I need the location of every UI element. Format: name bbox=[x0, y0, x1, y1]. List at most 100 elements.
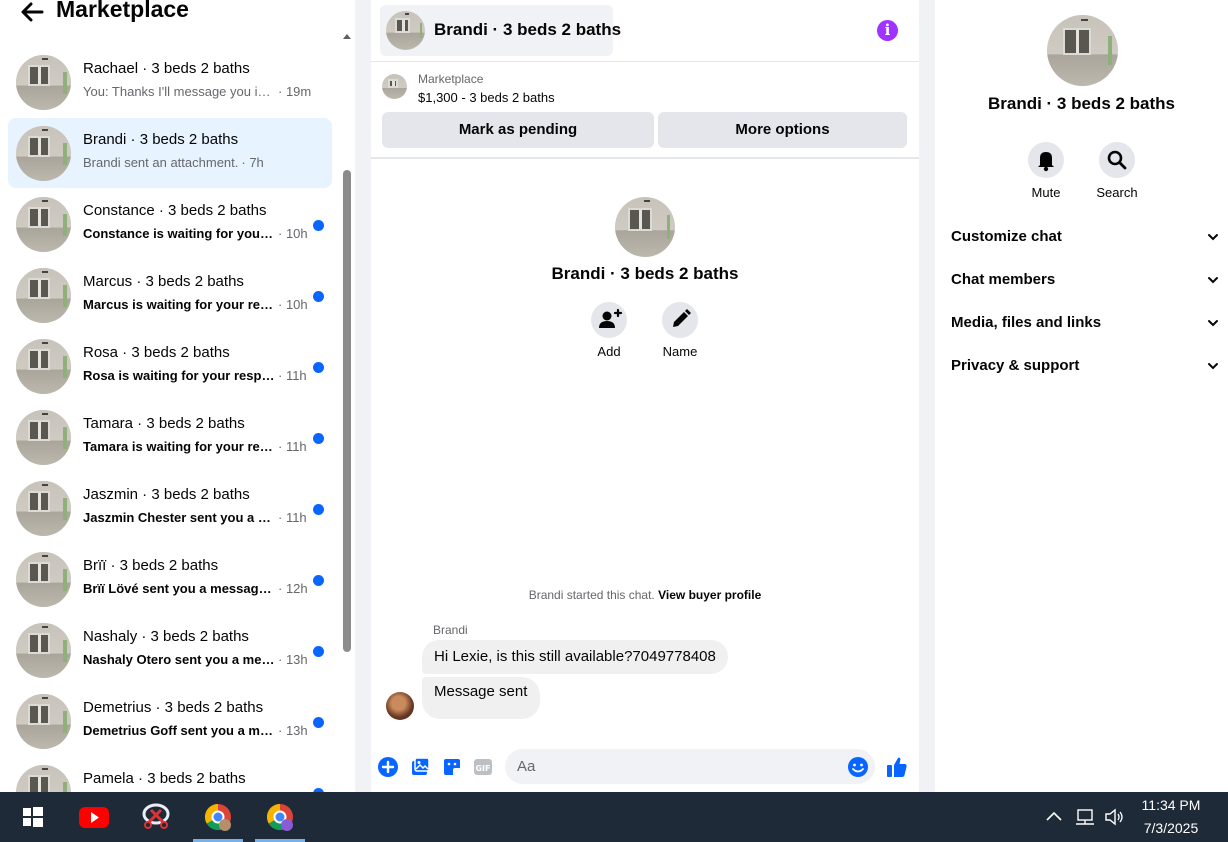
search-button[interactable]: Search bbox=[1082, 142, 1152, 200]
conversation-time: · 10h bbox=[278, 226, 308, 241]
chrome-window-2[interactable] bbox=[255, 792, 305, 842]
search-label: Search bbox=[1096, 185, 1138, 200]
unread-dot bbox=[313, 291, 324, 302]
conversation-name: Tamara · 3 beds 2 baths bbox=[83, 415, 245, 432]
chevron-down-icon bbox=[1208, 277, 1218, 284]
conversation-time: · 13h bbox=[278, 652, 308, 667]
conversation-marcus[interactable]: Marcus · 3 beds 2 baths Marcus is waitin… bbox=[8, 260, 332, 330]
conversation-name: Rachael · 3 beds 2 baths bbox=[83, 60, 250, 77]
conversation-preview: Rosa is waiting for your respo... · 11h bbox=[83, 368, 307, 383]
chat-title-button[interactable]: Brandi · 3 beds 2 baths bbox=[380, 5, 621, 56]
listing-thumbnail[interactable] bbox=[382, 74, 407, 99]
conversation-brandi[interactable]: Brandi · 3 beds 2 baths Brandi sent an a… bbox=[8, 118, 332, 188]
youtube-icon[interactable] bbox=[69, 792, 119, 842]
conversation-name: Constance · 3 beds 2 baths bbox=[83, 202, 267, 219]
clock-date[interactable]: 7/3/2025 bbox=[1128, 820, 1214, 836]
add-label: Add bbox=[597, 344, 621, 359]
chat-details-panel: Brandi · 3 beds 2 baths Mute Search Cust… bbox=[935, 0, 1228, 792]
conversation-preview: Brandi sent an attachment. · 7h bbox=[83, 155, 264, 170]
name-chat-button[interactable]: Name bbox=[650, 302, 710, 359]
photo-icon[interactable] bbox=[409, 756, 431, 778]
network-icon[interactable] bbox=[1075, 807, 1095, 827]
conversation-name: Demetrius · 3 beds 2 baths bbox=[83, 699, 264, 716]
windows-start-icon[interactable] bbox=[5, 792, 55, 842]
svg-text:GIF: GIF bbox=[475, 764, 490, 773]
mute-label: Mute bbox=[1031, 185, 1061, 200]
sidebar-scrollbar[interactable] bbox=[341, 32, 353, 792]
conversation-preview: Brïï Lövé sent you a message a... · 12h bbox=[83, 581, 308, 596]
conversation-time: · 11h bbox=[278, 439, 307, 454]
message-bubble[interactable]: Hi Lexie, is this still available?704977… bbox=[422, 640, 728, 674]
conversation-name: Rosa · 3 beds 2 baths bbox=[83, 344, 230, 361]
avatar bbox=[16, 623, 71, 678]
conversation-rosa[interactable]: Rosa · 3 beds 2 baths Rosa is waiting fo… bbox=[8, 331, 332, 401]
scroll-thumb[interactable] bbox=[343, 170, 351, 652]
avatar bbox=[16, 552, 71, 607]
unread-dot bbox=[313, 220, 324, 231]
conversation-rachael[interactable]: Rachael · 3 beds 2 baths You: Thanks I'l… bbox=[8, 47, 332, 117]
details-name: Brandi · 3 beds 2 baths bbox=[987, 94, 1176, 113]
sender-avatar[interactable] bbox=[386, 692, 414, 720]
windows-taskbar: 11:34 PM 7/3/2025 bbox=[0, 792, 1228, 842]
add-people-button[interactable]: Add bbox=[579, 302, 639, 359]
page-title: Marketplace bbox=[56, 0, 189, 22]
thumbs-up-icon[interactable] bbox=[885, 755, 909, 779]
conversation-brii[interactable]: Brïï · 3 beds 2 baths Brïï Lövé sent you… bbox=[8, 544, 332, 614]
message-bubble[interactable]: Message sent bbox=[422, 677, 540, 719]
conversation-time: · 11h bbox=[278, 510, 307, 525]
scroll-up-icon[interactable] bbox=[343, 34, 351, 39]
snipping-tool-icon[interactable] bbox=[131, 792, 181, 842]
info-icon[interactable]: i bbox=[877, 20, 898, 41]
conversation-tamara[interactable]: Tamara · 3 beds 2 baths Tamara is waitin… bbox=[8, 402, 332, 472]
conversation-preview: Marcus is waiting for your resp... · 10h bbox=[83, 297, 308, 312]
listing-summary[interactable]: $1,300 - 3 beds 2 baths bbox=[418, 90, 555, 105]
unread-dot bbox=[313, 575, 324, 586]
media-files-links-section[interactable]: Media, files and links bbox=[951, 308, 1219, 338]
unread-dot bbox=[313, 362, 324, 373]
privacy-support-section[interactable]: Privacy & support bbox=[951, 351, 1219, 381]
search-icon bbox=[1107, 150, 1127, 170]
listing-source: Marketplace bbox=[418, 72, 484, 86]
more-options-button[interactable]: More options bbox=[658, 112, 907, 148]
sticker-icon[interactable] bbox=[441, 756, 463, 778]
chevron-up-icon[interactable] bbox=[1044, 807, 1064, 827]
chrome-icon bbox=[204, 803, 231, 831]
conversation-list[interactable]: Rachael · 3 beds 2 baths You: Thanks I'l… bbox=[0, 0, 340, 792]
conversation-time: · 11h bbox=[278, 368, 307, 383]
avatar bbox=[16, 339, 71, 394]
conversation-name: Marcus · 3 beds 2 baths bbox=[83, 273, 244, 290]
message-input[interactable] bbox=[505, 749, 875, 784]
avatar bbox=[16, 55, 71, 110]
view-buyer-profile-link[interactable]: View buyer profile bbox=[658, 588, 761, 602]
unread-dot bbox=[313, 646, 324, 657]
add-person-icon bbox=[599, 308, 623, 328]
conversation-preview: Constance is waiting for your r... · 10h bbox=[83, 226, 308, 241]
gif-icon[interactable]: GIF bbox=[472, 756, 494, 778]
clock-time[interactable]: 11:34 PM bbox=[1128, 797, 1214, 813]
chat-avatar bbox=[615, 197, 675, 257]
unread-dot bbox=[313, 433, 324, 444]
conversation-constance[interactable]: Constance · 3 beds 2 baths Constance is … bbox=[8, 189, 332, 259]
mute-button[interactable]: Mute bbox=[1011, 142, 1081, 200]
pencil-icon bbox=[673, 309, 691, 327]
chrome-window-1[interactable] bbox=[193, 792, 243, 842]
volume-icon[interactable] bbox=[1104, 807, 1124, 827]
customize-chat-section[interactable]: Customize chat bbox=[951, 222, 1219, 252]
conversation-time: · 13h bbox=[278, 723, 308, 738]
emoji-icon[interactable] bbox=[847, 756, 869, 778]
avatar bbox=[16, 694, 71, 749]
conversation-jaszmin[interactable]: Jaszmin · 3 beds 2 baths Jaszmin Chester… bbox=[8, 473, 332, 543]
avatar bbox=[386, 11, 425, 50]
conversation-nashaly[interactable]: Nashaly · 3 beds 2 baths Nashaly Otero s… bbox=[8, 615, 332, 685]
conversation-demetrius[interactable]: Demetrius · 3 beds 2 baths Demetrius Gof… bbox=[8, 686, 332, 756]
plus-circle-icon[interactable] bbox=[377, 756, 399, 778]
chat-header: Brandi · 3 beds 2 baths i bbox=[371, 0, 919, 62]
avatar bbox=[16, 410, 71, 465]
conversation-pamela[interactable]: Pamela · 3 beds 2 baths bbox=[8, 757, 332, 792]
chat-members-section[interactable]: Chat members bbox=[951, 265, 1219, 295]
conversation-name: Brandi · 3 beds 2 baths bbox=[83, 131, 239, 148]
mark-as-pending-button[interactable]: Mark as pending bbox=[382, 112, 654, 148]
back-arrow-icon[interactable] bbox=[20, 2, 44, 22]
conversation-preview: Tamara is waiting for your resp... · 11h bbox=[83, 439, 307, 454]
avatar bbox=[16, 268, 71, 323]
